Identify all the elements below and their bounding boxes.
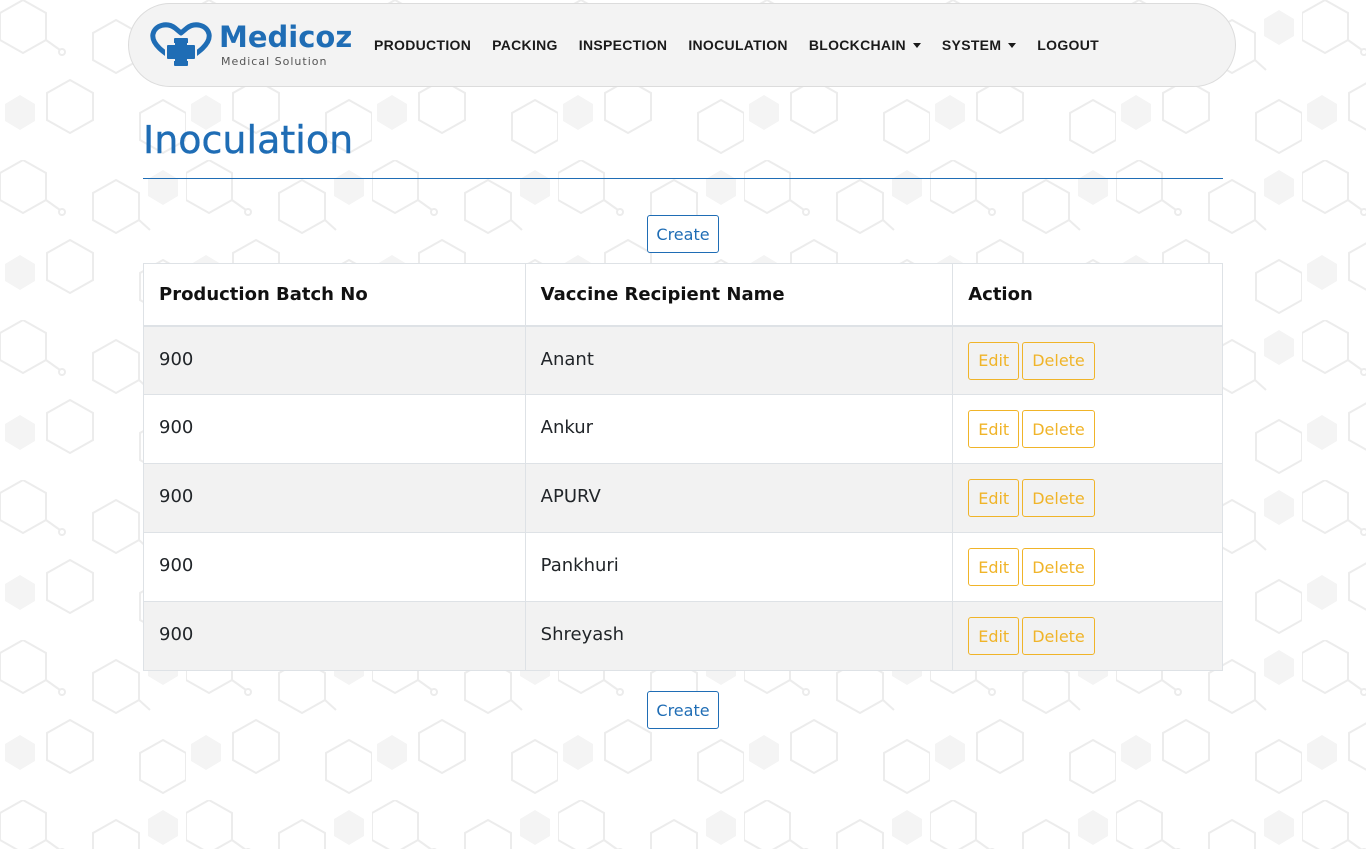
- delete-button[interactable]: Delete: [1022, 410, 1095, 448]
- table-row: 900 Anant Edit Delete: [143, 325, 1223, 395]
- create-button-top[interactable]: Create: [647, 215, 719, 253]
- nav-item-packing[interactable]: PACKING: [492, 37, 558, 53]
- page-title: Inoculation: [143, 118, 354, 162]
- edit-button[interactable]: Edit: [968, 410, 1020, 448]
- batch-no-cell: 900: [143, 394, 526, 464]
- edit-button[interactable]: Edit: [968, 341, 1020, 380]
- inoculation-table: Production Batch No Vaccine Recipient Na…: [143, 263, 1223, 671]
- recipient-name-cell: Ankur: [524, 394, 954, 464]
- action-cell: Edit Delete: [952, 601, 1223, 671]
- recipient-name-cell: Anant: [524, 325, 954, 395]
- delete-button[interactable]: Delete: [1022, 548, 1095, 586]
- caret-down-icon: [1008, 42, 1017, 48]
- top-navbar: Medicoz Medical Solution PRODUCTION PACK…: [128, 3, 1236, 87]
- nav-item-label: SYSTEM: [941, 37, 1002, 53]
- nav-item-inoculation[interactable]: INOCULATION: [688, 37, 787, 53]
- recipient-name-cell: Shreyash: [524, 601, 954, 671]
- nav-item-label: INOCULATION: [688, 37, 788, 53]
- action-cell: Edit Delete: [952, 394, 1223, 464]
- nav-item-label: INSPECTION: [578, 37, 668, 53]
- column-header-batch-no: Production Batch No: [143, 263, 526, 327]
- column-header-action: Action: [952, 263, 1223, 327]
- nav-item-production[interactable]: PRODUCTION: [374, 37, 471, 53]
- caret-down-icon: [912, 42, 921, 48]
- delete-button[interactable]: Delete: [1022, 479, 1095, 517]
- nav-item-label: PACKING: [492, 37, 558, 53]
- edit-button[interactable]: Edit: [968, 548, 1020, 586]
- edit-button[interactable]: Edit: [968, 479, 1020, 517]
- table-row: 900 Ankur Edit Delete: [143, 394, 1223, 464]
- action-cell: Edit Delete: [952, 325, 1223, 395]
- table-row: 900 APURV Edit Delete: [143, 463, 1223, 533]
- create-button-bottom[interactable]: Create: [647, 691, 719, 729]
- batch-no-cell: 900: [143, 463, 526, 533]
- edit-button[interactable]: Edit: [968, 617, 1020, 655]
- nav-item-system-dropdown[interactable]: SYSTEM: [941, 37, 1017, 53]
- batch-no-cell: 900: [143, 601, 526, 671]
- table-header-row: Production Batch No Vaccine Recipient Na…: [143, 263, 1223, 327]
- nav-menu: PRODUCTION PACKING INSPECTION INOCULATIO…: [374, 37, 1120, 53]
- nav-item-label: PRODUCTION: [374, 37, 472, 53]
- batch-no-cell: 900: [143, 532, 526, 602]
- recipient-name-cell: Pankhuri: [524, 532, 954, 602]
- nav-item-label: LOGOUT: [1037, 37, 1099, 53]
- heart-cross-logo-icon: [150, 22, 212, 68]
- brand-tagline: Medical Solution: [221, 55, 328, 68]
- brand-name: Medicoz: [219, 20, 353, 54]
- delete-button[interactable]: Delete: [1022, 617, 1095, 655]
- table-row: 900 Shreyash Edit Delete: [143, 601, 1223, 671]
- batch-no-cell: 900: [143, 325, 526, 395]
- nav-item-inspection[interactable]: INSPECTION: [579, 37, 668, 53]
- action-cell: Edit Delete: [952, 463, 1223, 533]
- delete-button[interactable]: Delete: [1022, 341, 1095, 380]
- brand-logo-link[interactable]: Medicoz Medical Solution: [149, 22, 374, 68]
- recipient-name-cell: APURV: [524, 463, 954, 533]
- nav-item-label: BLOCKCHAIN: [808, 37, 906, 53]
- action-cell: Edit Delete: [952, 532, 1223, 602]
- table-row: 900 Pankhuri Edit Delete: [143, 532, 1223, 602]
- title-divider: [143, 178, 1223, 179]
- nav-item-logout[interactable]: LOGOUT: [1037, 37, 1099, 53]
- column-header-recipient-name: Vaccine Recipient Name: [524, 263, 954, 327]
- nav-item-blockchain-dropdown[interactable]: BLOCKCHAIN: [809, 37, 921, 53]
